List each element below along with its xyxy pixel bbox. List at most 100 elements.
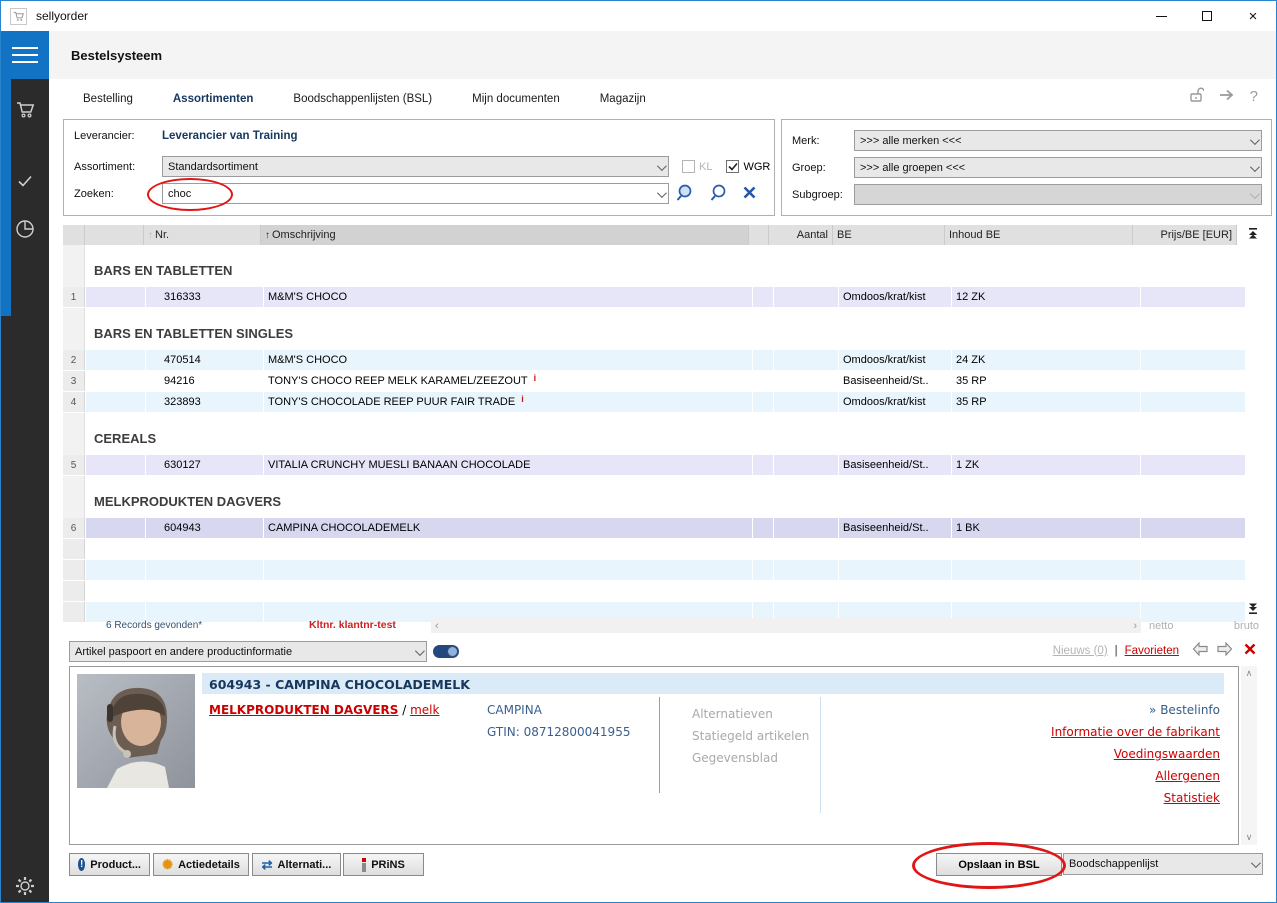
cell-aantal[interactable] — [774, 518, 838, 538]
info-toggle[interactable] — [433, 645, 459, 658]
customer-number-label: Kltnr. klantnr-test — [309, 619, 396, 631]
product-details-button[interactable]: ! Product... — [69, 853, 150, 876]
search-highlight-icon[interactable] — [676, 183, 696, 205]
table-row[interactable]: 6604943CAMPINA CHOCOLADEMELKBasiseenheid… — [63, 518, 1245, 538]
scroll-left-icon[interactable]: ‹ — [435, 620, 439, 632]
product-info-link[interactable]: Informatie over de fabrikant — [1051, 721, 1220, 743]
cell-aantal[interactable] — [774, 371, 838, 391]
prins-button[interactable]: PRiNS — [343, 853, 424, 876]
wgr-checkbox-label: WGR — [743, 161, 770, 173]
boodschappenlijst-select[interactable]: Boodschappenlijst — [1063, 853, 1263, 875]
scroll-right-icon[interactable]: › — [1133, 620, 1137, 632]
tab-mijn-documenten[interactable]: Mijn documenten — [472, 93, 560, 105]
search-input[interactable]: choc — [162, 183, 669, 204]
groep-select[interactable]: >>> alle groepen <<< — [854, 157, 1262, 178]
column-header-nr[interactable]: ↑Nr. — [144, 225, 261, 245]
maximize-button[interactable] — [1184, 1, 1230, 31]
minimize-button[interactable] — [1138, 1, 1184, 31]
opslaan-in-bsl-button[interactable]: Opslaan in BSL — [936, 853, 1062, 876]
table-row[interactable]: 4323893TONY'S CHOCOLADE REEP PUUR FAIR T… — [63, 392, 1245, 412]
subcategory-link[interactable]: melk — [410, 703, 439, 717]
actiedetails-button[interactable]: ✺ Actiedetails — [153, 853, 249, 876]
category-link[interactable]: MELKPRODUKTEN DAGVERS — [209, 703, 398, 717]
group-label: BARS EN TABLETTEN — [86, 263, 232, 287]
info-view-select[interactable]: Artikel paspoort en andere productinform… — [69, 641, 427, 662]
kl-checkbox[interactable] — [682, 160, 695, 173]
cell-aantal[interactable] — [774, 287, 838, 307]
scroll-to-bottom-icon[interactable] — [1248, 603, 1258, 614]
groep-label: Groep: — [792, 162, 854, 174]
cell-prijs — [1141, 518, 1245, 538]
article-table: ↑Nr. ↑Omschrijving Aantal BE Inhoud BE P… — [63, 225, 1245, 623]
favorieten-link[interactable]: Favorieten — [1125, 645, 1179, 657]
cart-icon[interactable] — [1, 89, 49, 129]
alternatieven-button[interactable]: ⇄ Alternati... — [252, 853, 341, 876]
product-panel-scrollbar[interactable]: ∧ ∨ — [1241, 666, 1257, 845]
cell-nr: 604943 — [146, 518, 263, 538]
info-icon[interactable]: i — [534, 373, 537, 383]
group-header: BARS EN TABLETTEN SINGLES — [63, 308, 1245, 350]
unlock-icon[interactable] — [1189, 87, 1204, 106]
scroll-up-icon[interactable]: ∧ — [1246, 668, 1253, 679]
close-info-icon[interactable] — [1244, 643, 1256, 658]
product-photo — [77, 674, 195, 788]
bestelinfo-link[interactable]: » Bestelinfo — [1051, 699, 1220, 721]
close-button[interactable]: × — [1230, 1, 1276, 31]
prev-arrow-icon[interactable] — [1192, 642, 1209, 659]
table-row[interactable]: 2470514M&M'S CHOCOOmdoos/krat/kist24 ZK — [63, 350, 1245, 370]
wgr-checkbox[interactable] — [726, 160, 739, 173]
tab-magazijn[interactable]: Magazijn — [600, 93, 646, 105]
tab-assortimenten[interactable]: Assortimenten — [173, 93, 254, 105]
cell-aantal[interactable] — [774, 455, 838, 475]
table-row[interactable]: 394216TONY'S CHOCO REEP MELK KARAMEL/ZEE… — [63, 371, 1245, 391]
tab-boodschappenlijsten[interactable]: Boodschappenlijsten (BSL) — [293, 93, 432, 105]
table-row[interactable]: 1316333M&M'S CHOCOOmdoos/krat/kist12 ZK — [63, 287, 1245, 307]
tab-bestelling[interactable]: Bestelling — [83, 93, 133, 105]
divider — [820, 697, 821, 813]
cell-aantal[interactable] — [774, 392, 838, 412]
cell-aantal[interactable] — [774, 350, 838, 370]
column-header-omschrijving[interactable]: ↑Omschrijving — [261, 225, 749, 245]
product-info-link[interactable]: Statistiek — [1051, 787, 1220, 809]
product-gtin: GTIN: 08712800041955 — [487, 725, 630, 739]
column-header-be[interactable]: BE — [833, 225, 945, 245]
page-title: Bestelsysteem — [71, 48, 162, 63]
horizontal-scrollbar[interactable]: ‹ › — [431, 618, 1141, 633]
cell-omschrijving: M&M'S CHOCO — [264, 350, 752, 370]
nieuws-link[interactable]: Nieuws (0) — [1053, 645, 1108, 657]
info-icon[interactable]: i — [521, 394, 524, 404]
help-icon[interactable]: ? — [1250, 88, 1258, 105]
forward-arrow-icon[interactable] — [1218, 88, 1236, 105]
menu-icon[interactable] — [1, 31, 49, 79]
chevron-down-icon — [1251, 858, 1261, 868]
scroll-to-top-icon[interactable] — [1248, 228, 1258, 239]
column-header-prijs[interactable]: Prijs/BE [EUR] — [1133, 225, 1237, 245]
filter-panel-left: Leverancier: Leverancier van Training As… — [63, 119, 775, 216]
product-title: 604943 - CAMPINA CHOCOLADEMELK — [209, 677, 470, 692]
product-info-link[interactable]: Allergenen — [1051, 765, 1220, 787]
group-label: BARS EN TABLETTEN SINGLES — [86, 326, 293, 350]
next-arrow-icon[interactable] — [1216, 642, 1233, 659]
clear-search-icon[interactable] — [742, 185, 757, 203]
cell-be: Basiseenheid/St.. — [839, 455, 951, 475]
cell-omschrijving: TONY'S CHOCO REEP MELK KARAMEL/ZEEZOUTi — [264, 371, 752, 391]
window-title: sellyorder — [36, 9, 88, 23]
group-label: CEREALS — [86, 431, 156, 455]
scroll-down-icon[interactable]: ∨ — [1246, 832, 1253, 843]
group-label: MELKPRODUKTEN DAGVERS — [86, 494, 281, 518]
column-header-inhoud-be[interactable]: Inhoud BE — [945, 225, 1133, 245]
product-info-link[interactable]: Voedingswaarden — [1051, 743, 1220, 765]
merk-select[interactable]: >>> alle merken <<< — [854, 130, 1262, 151]
assortiment-select[interactable]: Standardsortiment — [162, 156, 669, 177]
row-number: 6 — [63, 518, 85, 538]
column-header-aantal[interactable]: Aantal — [769, 225, 833, 245]
cell-inhoud-be: 1 ZK — [952, 455, 1140, 475]
search-icon[interactable] — [709, 183, 729, 205]
chevron-down-icon — [1250, 162, 1260, 172]
sun-icon: ✺ — [162, 857, 173, 873]
table-row[interactable]: 5630127VITALIA CRUNCHY MUESLI BANAAN CHO… — [63, 455, 1245, 475]
pie-chart-icon[interactable] — [1, 209, 49, 249]
prins-i-icon — [362, 858, 366, 872]
check-icon[interactable] — [1, 161, 49, 201]
table-body: BARS EN TABLETTEN1316333M&M'S CHOCOOmdoo… — [63, 245, 1245, 622]
